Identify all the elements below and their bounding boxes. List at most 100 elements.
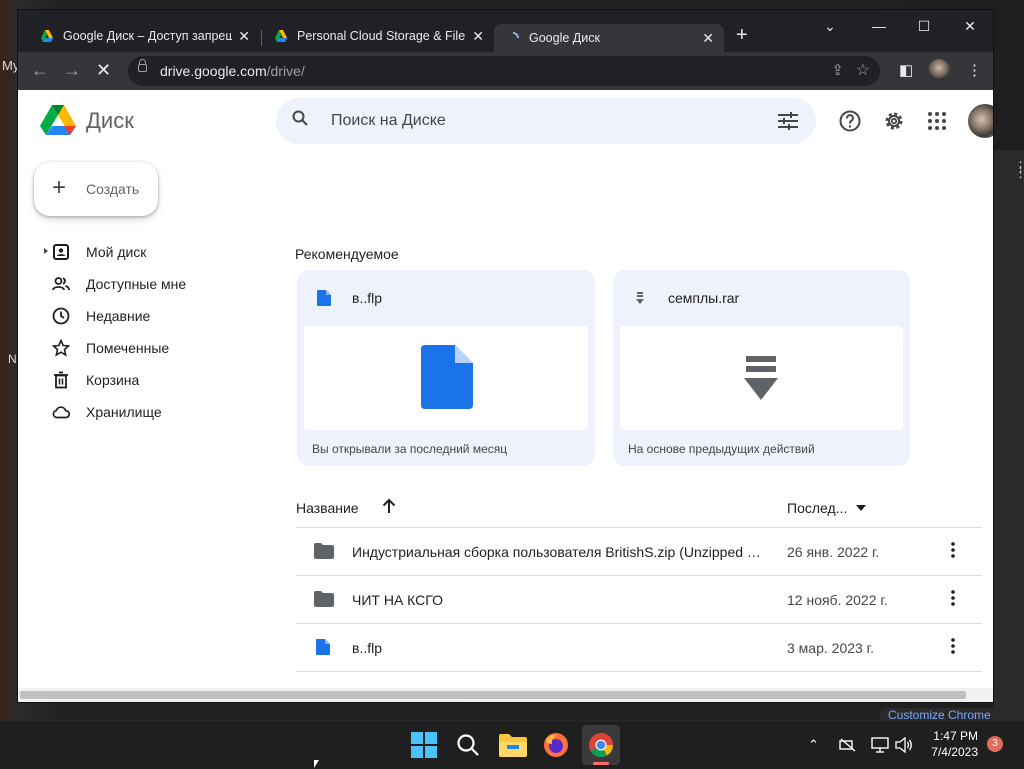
- url-host: drive.google.com: [160, 63, 267, 79]
- search-input[interactable]: Поиск на Диске: [331, 112, 446, 130]
- shared-icon: [52, 277, 70, 291]
- bookmark-star-icon[interactable]: ☆: [856, 60, 870, 80]
- search-icon[interactable]: [456, 733, 480, 757]
- file-name: в..flp: [352, 640, 383, 656]
- loading-spinner-icon: [512, 32, 519, 39]
- sidebar-item-shared[interactable]: Доступные мне: [18, 268, 268, 300]
- suggested-file-card[interactable]: в..flp Вы открывали за последний месяц: [297, 270, 595, 466]
- archive-icon: [636, 292, 644, 304]
- sidebar-item-label: Доступные мне: [86, 276, 187, 292]
- trash-icon: [54, 371, 68, 389]
- maximize-button[interactable]: ☐: [909, 18, 939, 35]
- new-tab-button[interactable]: +: [736, 25, 748, 45]
- account-avatar[interactable]: [968, 104, 993, 138]
- sidebar-item-trash[interactable]: Корзина: [18, 364, 268, 396]
- share-icon[interactable]: ⇪: [831, 61, 844, 79]
- sidebar-item-my-drive[interactable]: Мой диск: [18, 236, 268, 268]
- file-date: 26 янв. 2022 г.: [787, 544, 880, 560]
- column-name-header[interactable]: Название: [296, 500, 359, 516]
- desktop-label: My: [2, 58, 20, 73]
- chrome-icon[interactable]: [588, 732, 614, 758]
- stop-loading-button[interactable]: ✕: [96, 61, 111, 79]
- back-button[interactable]: ←: [31, 61, 49, 79]
- notification-badge[interactable]: 3: [987, 736, 1003, 752]
- suggested-file-card[interactable]: семплы.rar На основе предыдущих действий: [613, 270, 910, 466]
- drive-favicon-icon: [275, 30, 287, 42]
- close-tab-icon[interactable]: ✕: [238, 28, 250, 45]
- create-button[interactable]: + Создать: [34, 162, 158, 216]
- card-thumbnail: [620, 326, 903, 430]
- sidebar-nav: Мой диск Доступные мне Недавние Помеченн…: [18, 236, 268, 428]
- file-name: Индустриальная сборка пользователя Briti…: [352, 544, 766, 560]
- show-hidden-icons-chevron-icon[interactable]: ⌃: [808, 737, 819, 753]
- address-bar[interactable]: drive.google.com/drive/ ⇪ ☆: [128, 56, 880, 86]
- tab-personal-cloud[interactable]: Personal Cloud Storage & File S ✕: [262, 22, 494, 50]
- file-date: 3 мар. 2023 г.: [787, 640, 874, 656]
- plus-icon: +: [52, 174, 67, 201]
- close-tab-icon[interactable]: ✕: [472, 28, 484, 45]
- drive-logo-icon: [40, 105, 76, 135]
- column-modified-header[interactable]: Послед...: [787, 500, 847, 516]
- drag-handle-icon: ⋮ ⋮: [1014, 159, 1024, 180]
- clock-time: 1:47 PM: [933, 729, 978, 743]
- tab-title: Google Диск – Доступ запрещен: [63, 29, 233, 43]
- browser-toolbar: ← → ✕ drive.google.com/drive/ ⇪ ☆ ◧ ⋮: [18, 52, 993, 90]
- url-text[interactable]: drive.google.com/drive/: [160, 63, 305, 79]
- card-thumbnail: [304, 326, 588, 430]
- more-vert-icon[interactable]: [948, 540, 958, 560]
- sidebar-item-label: Помеченные: [86, 340, 170, 356]
- sidebar-item-storage[interactable]: Хранилище: [18, 396, 268, 428]
- folder-icon: [314, 543, 334, 559]
- profile-avatar[interactable]: [928, 59, 950, 81]
- sidebar-item-label: Корзина: [86, 372, 140, 388]
- scrollbar-thumb[interactable]: [20, 691, 966, 699]
- system-clock[interactable]: 1:47 PM 7/4/2023: [920, 728, 978, 760]
- minimize-button[interactable]: —: [864, 18, 894, 34]
- search-icon[interactable]: [292, 110, 308, 126]
- volume-icon[interactable]: [895, 737, 913, 753]
- sort-arrow-up-icon[interactable]: [382, 498, 396, 514]
- start-windows-icon[interactable]: [411, 732, 437, 758]
- more-vert-icon[interactable]: [948, 588, 958, 608]
- active-app-indicator: [593, 762, 609, 765]
- dropdown-caret-icon[interactable]: [856, 505, 866, 511]
- forward-button[interactable]: →: [63, 61, 81, 79]
- desktop-label-n: N: [8, 352, 17, 366]
- horizontal-scrollbar[interactable]: [18, 688, 993, 702]
- app-title: Диск: [86, 108, 134, 133]
- table-row[interactable]: в..flp 3 мар. 2023 г.: [296, 624, 982, 671]
- windows-taskbar: ⌃ 1:47 PM 7/4/2023 3: [0, 720, 1024, 769]
- recommended-heading: Рекомендуемое: [295, 246, 399, 262]
- tab-drive-denied[interactable]: Google Диск – Доступ запрещен ✕: [28, 22, 260, 50]
- cloud-icon: [52, 406, 70, 419]
- tab-google-drive[interactable]: Google Диск ✕: [494, 24, 724, 52]
- close-tab-icon[interactable]: ✕: [702, 30, 714, 47]
- more-vert-icon[interactable]: [948, 636, 958, 656]
- search-options-icon[interactable]: [778, 112, 798, 130]
- chrome-menu-icon[interactable]: ⋮: [967, 61, 982, 79]
- clock-icon: [52, 307, 70, 325]
- apps-grid-icon[interactable]: [926, 110, 948, 132]
- settings-gear-icon[interactable]: [883, 110, 905, 132]
- url-path: /drive/: [266, 63, 305, 79]
- search-bar[interactable]: Поиск на Диске: [276, 98, 816, 144]
- close-window-button[interactable]: ✕: [955, 18, 985, 35]
- tab-title: Google Диск: [529, 31, 600, 45]
- display-icon[interactable]: [871, 737, 889, 753]
- table-row[interactable]: Индустриальная сборка пользователя Briti…: [296, 528, 982, 575]
- tab-title: Personal Cloud Storage & File S: [297, 29, 467, 43]
- file-icon: [316, 639, 330, 655]
- firefox-icon[interactable]: [543, 732, 569, 758]
- help-icon[interactable]: [839, 110, 861, 132]
- sidebar-item-label: Мой диск: [86, 244, 147, 260]
- side-panel-icon[interactable]: ◧: [899, 61, 913, 79]
- sidebar-item-recent[interactable]: Недавние: [18, 300, 268, 332]
- create-label: Создать: [86, 181, 140, 197]
- card-reason: Вы открывали за последний месяц: [312, 442, 508, 456]
- file-explorer-icon[interactable]: [499, 733, 527, 757]
- sidebar-item-starred[interactable]: Помеченные: [18, 332, 268, 364]
- tab-search-chevron-icon[interactable]: ⌄: [815, 18, 845, 35]
- table-row[interactable]: ЧИТ НА КСГО 12 нояб. 2022 г.: [296, 576, 982, 623]
- network-off-icon[interactable]: [839, 738, 857, 752]
- expand-caret-icon[interactable]: [44, 248, 48, 254]
